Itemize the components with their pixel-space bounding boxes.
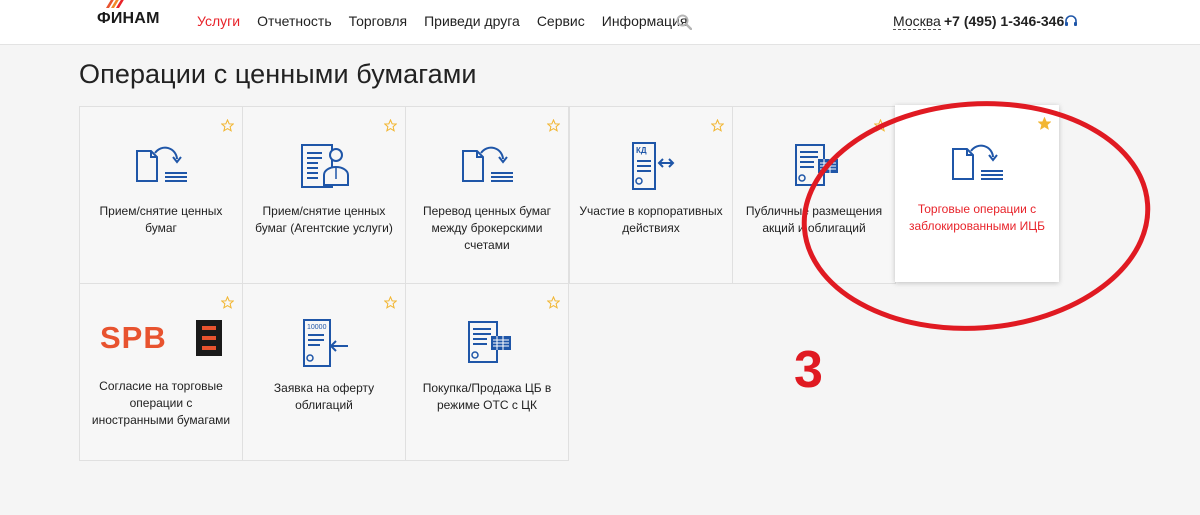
nav-item-trading[interactable]: Торговля [349,13,407,29]
star-icon[interactable] [384,296,397,309]
svg-text:10000: 10000 [307,324,327,331]
page-title: Операции с ценными бумагами [79,59,477,89]
star-icon[interactable] [547,119,560,132]
tile-blocked-securities[interactable]: Торговые операции с заблокированными ИЦБ [895,105,1059,282]
doc-arrow-icon [136,146,187,182]
star-icon[interactable] [874,119,887,132]
offer-doc-icon: 10000 [303,319,348,367]
tile-label: Покупка/Продажа ЦБ в режиме ОТС с ЦК [422,381,552,412]
spb-exchange-logo: SPB [100,318,224,358]
tile-otc-trading[interactable]: Покупка/Продажа ЦБ в режиме ОТС с ЦК [405,283,569,461]
nav-item-info[interactable]: Информация [602,13,688,29]
star-icon[interactable] [547,296,560,309]
main-nav: Услуги Отчетность Торговля Приведи друга… [197,13,704,29]
tile-securities-agent[interactable]: Прием/снятие ценных бумаг (Агентские усл… [242,106,406,284]
doc-arrow-icon [952,144,1003,180]
city-selector[interactable]: Москва [893,13,941,30]
tile-securities-transfer[interactable]: Прием/снятие ценных бумаг [79,106,243,284]
tile-label: Перевод ценных бумаг между брокерскими с… [422,204,552,252]
star-icon[interactable] [221,119,234,132]
tile-label: Прием/снятие ценных бумаг [99,204,223,235]
logo-mark-icon [106,0,124,8]
nav-item-referral[interactable]: Приведи друга [424,13,520,29]
tile-corporate-actions[interactable]: КД Участие в корпоративных действиях [569,106,733,284]
logo-text: ФИНАМ [97,10,160,27]
tile-spb-consent[interactable]: SPB Согласие на торговые операции с инос… [79,283,243,461]
tile-transfer-between-accounts[interactable]: Перевод ценных бумаг между брокерскими с… [405,106,569,284]
stack-doc-icon [468,321,511,363]
top-header: ФИНАМ Услуги Отчетность Торговля Приведи… [0,0,1200,45]
agent-doc-icon [301,144,349,188]
search-icon[interactable] [676,14,692,30]
tile-label: Участие в корпоративных действиях [579,204,723,235]
phone-number[interactable]: +7 (495) 1-346-346 [944,13,1064,29]
tile-bond-offer[interactable]: 10000 Заявка на оферту облигаций [242,283,406,461]
tile-label: Публичные размещения акций и облигаций [745,204,883,235]
star-icon[interactable] [221,296,234,309]
tile-label: Согласие на торговые операции с иностран… [91,379,231,427]
kd-doc-icon: КД [632,142,675,190]
star-icon[interactable] [711,119,724,132]
nav-item-service[interactable]: Сервис [537,13,585,29]
tile-label: Торговые операции с заблокированными ИЦБ [908,202,1046,233]
stack-doc-icon [795,144,838,186]
nav-item-services[interactable]: Услуги [197,13,240,29]
annotation-number: 3 [794,341,823,399]
nav-item-reports[interactable]: Отчетность [257,13,332,29]
star-icon[interactable] [1038,117,1051,130]
spb-bars-icon [196,320,222,356]
headset-icon[interactable] [1064,14,1078,28]
svg-text:КД: КД [636,146,647,155]
doc-arrow-icon [462,146,513,182]
spb-logo-text: SPB [100,320,167,355]
tile-public-placements[interactable]: Публичные размещения акций и облигаций [732,106,896,284]
star-icon[interactable] [384,119,397,132]
tile-label: Прием/снятие ценных бумаг (Агентские усл… [255,204,393,235]
tile-label: Заявка на оферту облигаций [273,381,375,412]
